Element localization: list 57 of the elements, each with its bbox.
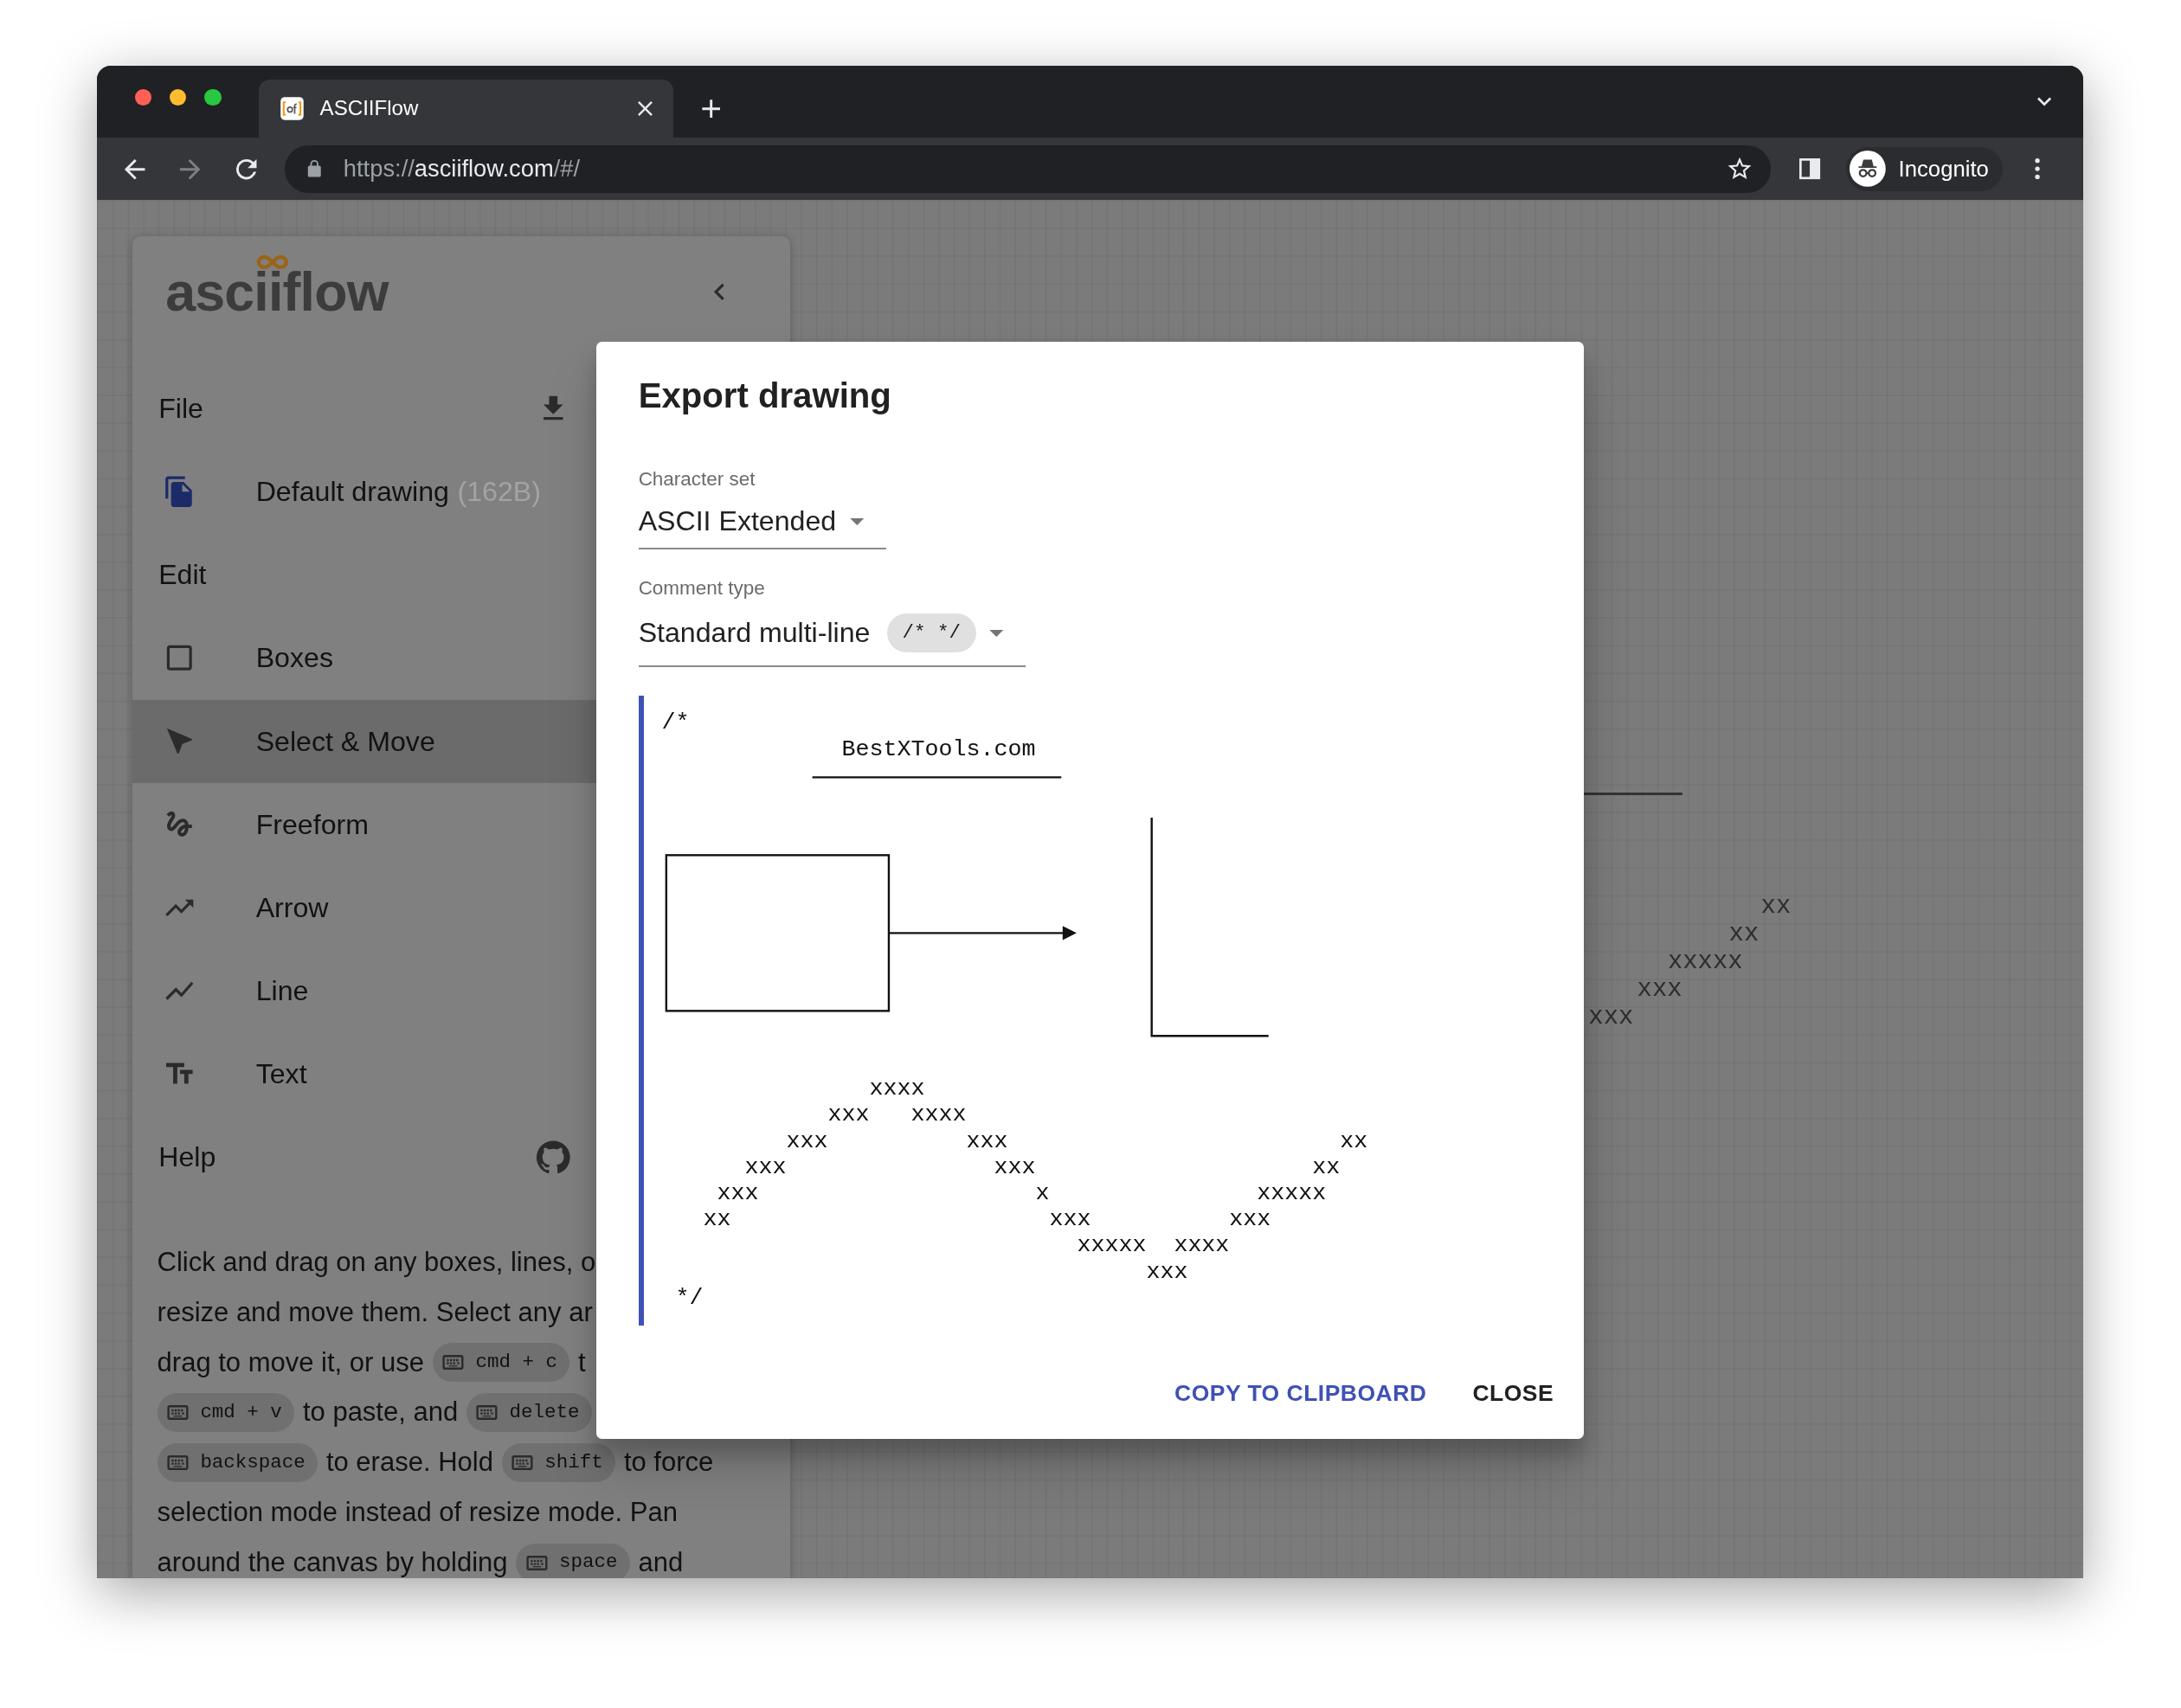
ascii-art-row-text: xxx xxx xx <box>743 1153 1341 1181</box>
syntax-chip: /* */ <box>886 613 976 653</box>
ascii-art-row-text: xx xxx xxx <box>702 1206 1271 1233</box>
comment-marker: */ <box>675 1284 704 1312</box>
maximize-window-button[interactable] <box>204 88 222 106</box>
help-text: resize and move them. Select any ar <box>157 1295 593 1329</box>
browser-tab[interactable]: ASCIIFlow <box>258 79 673 138</box>
help-text: selection mode instead of resize mode. Pan <box>157 1496 678 1530</box>
help-text: around the canvas by holding <box>157 1545 508 1579</box>
ascii-art-row-text: xxx x xxxxx <box>716 1180 1327 1207</box>
shortcut-text: space <box>559 1550 618 1576</box>
ascii-text: xxxxx <box>1667 948 1743 977</box>
help-text: Click and drag on any boxes, lines, o <box>157 1245 596 1279</box>
shortcut-text: cmd + c <box>475 1349 557 1375</box>
field-label: Comment type <box>638 575 766 600</box>
cat-logo-icon[interactable] <box>537 1140 570 1174</box>
site-favicon-icon <box>280 95 305 121</box>
copy-button[interactable]: COPY TO CLIPBOARD <box>1163 1368 1438 1420</box>
ascii-art-row-text: xxxxx xxxx <box>1076 1232 1230 1259</box>
help-text: and <box>638 1545 684 1579</box>
select-field[interactable]: ASCII Extended <box>638 502 887 550</box>
ascii-art-row-text: xxx xxx xx <box>785 1127 1368 1154</box>
app-logo: asciiflow <box>165 269 389 315</box>
incognito-icon <box>1850 151 1887 188</box>
close-button[interactable]: CLOSE <box>1461 1368 1565 1420</box>
help-text: t <box>578 1345 586 1379</box>
tool-item[interactable]: Text <box>132 1032 790 1116</box>
help-text: to force <box>623 1446 714 1480</box>
ascii-text: xx <box>1760 892 1792 921</box>
comment-marker: /* <box>661 710 690 736</box>
shortcut-text: cmd + v <box>200 1399 282 1425</box>
shortcut-text: backspace <box>200 1449 306 1475</box>
tool-item[interactable]: Line <box>132 948 790 1032</box>
address-bar[interactable]: https://asciiflow.com/#/ <box>285 144 1771 193</box>
close-window-button[interactable] <box>134 88 152 106</box>
ascii-art-row-text: xxx <box>1145 1258 1188 1285</box>
help-text: drag to move it, or use <box>157 1345 424 1379</box>
shortcut-text: shift <box>544 1449 603 1475</box>
shortcut-text: delete <box>509 1399 580 1425</box>
minimize-window-button[interactable] <box>170 88 187 106</box>
tool-item[interactable]: Freeform <box>132 782 790 866</box>
field-label: Character set <box>638 466 756 491</box>
drawing-title: BestXTools.com <box>841 735 1036 762</box>
profile-button[interactable]: Incognito <box>1845 146 2003 191</box>
tool-item[interactable]: Arrow <box>132 865 790 949</box>
section-heading: Help <box>158 1140 216 1175</box>
ascii-text: xx <box>1728 920 1760 948</box>
ascii-text: xxx <box>1588 1004 1634 1032</box>
ascii-art-row-text: xxxx <box>868 1076 925 1102</box>
ascii-art-row-text: xxx xxxx <box>827 1101 967 1128</box>
dialog-title: Export drawing <box>638 375 892 417</box>
ascii-text: xxx <box>1637 976 1682 1005</box>
help-text: to erase. Hold <box>325 1446 493 1480</box>
section-heading: File <box>158 392 203 427</box>
help-text: to paste, and <box>302 1396 459 1429</box>
section-heading: Edit <box>158 558 207 593</box>
select-field[interactable]: Standard multi-line /* */ <box>638 613 1026 667</box>
